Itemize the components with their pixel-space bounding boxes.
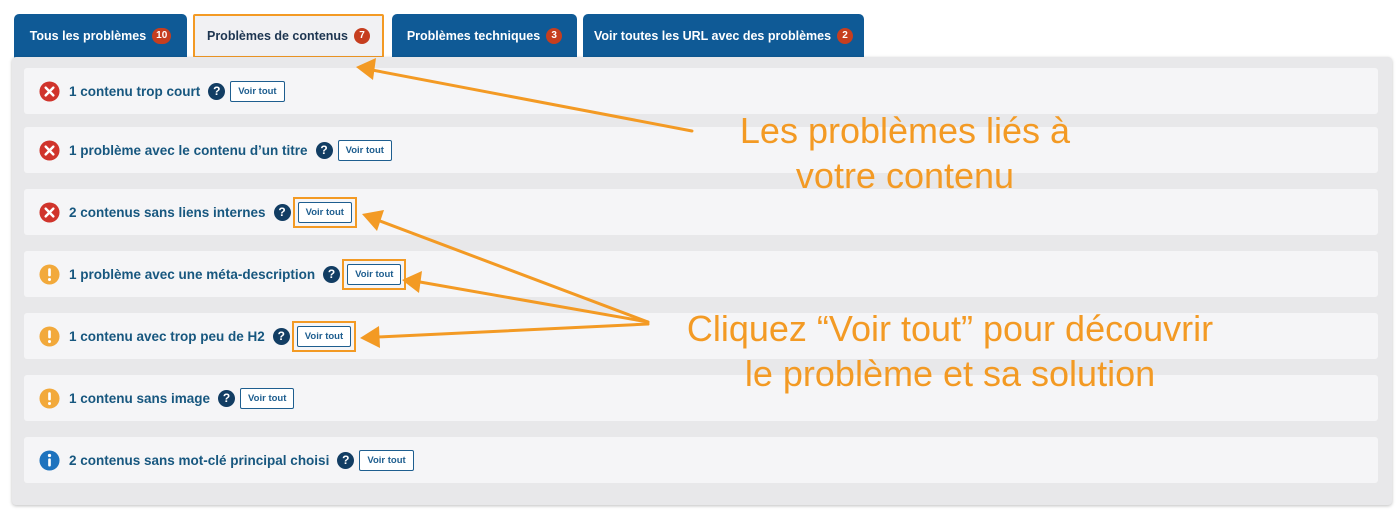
arrow-head xyxy=(360,326,380,348)
annotation-line: votre contenu xyxy=(795,155,1015,196)
annotation-view-all: Cliquez “Voir tout” pour découvrir le pr… xyxy=(650,306,1250,396)
annotation-line: Les problèmes liés à xyxy=(739,110,1071,151)
annotation-line: Cliquez “Voir tout” pour découvrir xyxy=(686,308,1214,349)
annotation-content-issues: Les problèmes liés à votre contenu xyxy=(700,108,1110,198)
arrow-to-internal-links-button xyxy=(378,219,650,324)
arrow-head xyxy=(356,58,376,80)
arrow-to-h2-button xyxy=(376,322,650,339)
annotation-arrows xyxy=(356,58,694,348)
arrow-to-meta-description-button xyxy=(418,280,650,324)
arrow-head xyxy=(402,271,422,293)
annotation-line: le problème et sa solution xyxy=(744,353,1156,394)
arrow-to-content-tab xyxy=(370,68,694,133)
